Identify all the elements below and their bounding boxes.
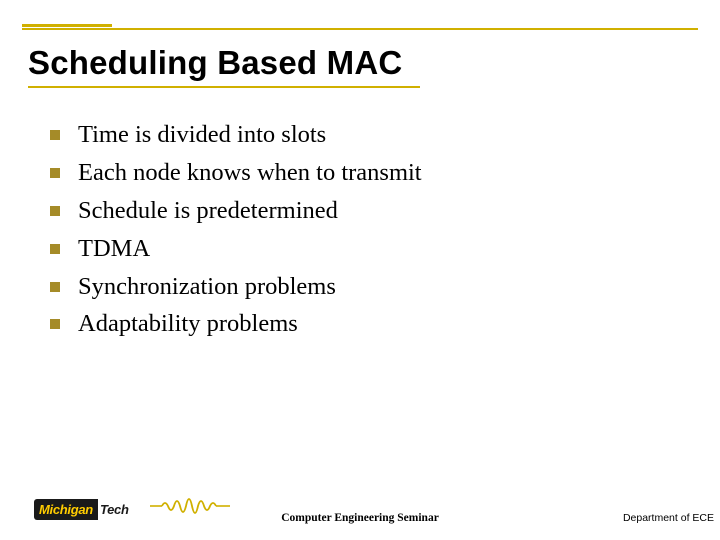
footer-center: Computer Engineering Seminar xyxy=(281,512,439,524)
footer-right: Department of ECE xyxy=(623,512,714,524)
bullet-text: Schedule is predetermined xyxy=(78,196,338,226)
bullet-text: Synchronization problems xyxy=(78,272,336,302)
title-accent-rule xyxy=(22,28,698,30)
bullet-list: Time is divided into slots Each node kno… xyxy=(50,120,680,347)
bullet-text: Adaptability problems xyxy=(78,309,298,339)
logo-left: Michigan xyxy=(34,499,98,520)
bullet-icon xyxy=(50,244,60,254)
title-accent-short xyxy=(22,24,112,27)
footer: Michigan Tech Computer Engineering Semin… xyxy=(0,486,720,526)
bullet-icon xyxy=(50,206,60,216)
bullet-icon xyxy=(50,168,60,178)
bullet-icon xyxy=(50,130,60,140)
list-item: Synchronization problems xyxy=(50,272,680,302)
wave-icon xyxy=(150,492,230,520)
bullet-text: Each node knows when to transmit xyxy=(78,158,422,188)
list-item: TDMA xyxy=(50,234,680,264)
bullet-text: TDMA xyxy=(78,234,150,264)
list-item: Adaptability problems xyxy=(50,309,680,339)
list-item: Schedule is predetermined xyxy=(50,196,680,226)
bullet-icon xyxy=(50,282,60,292)
list-item: Time is divided into slots xyxy=(50,120,680,150)
logo: Michigan Tech xyxy=(34,499,129,520)
list-item: Each node knows when to transmit xyxy=(50,158,680,188)
slide-title: Scheduling Based MAC xyxy=(28,44,402,82)
title-underline xyxy=(28,86,420,88)
logo-right: Tech xyxy=(98,502,129,517)
bullet-icon xyxy=(50,319,60,329)
bullet-text: Time is divided into slots xyxy=(78,120,326,150)
